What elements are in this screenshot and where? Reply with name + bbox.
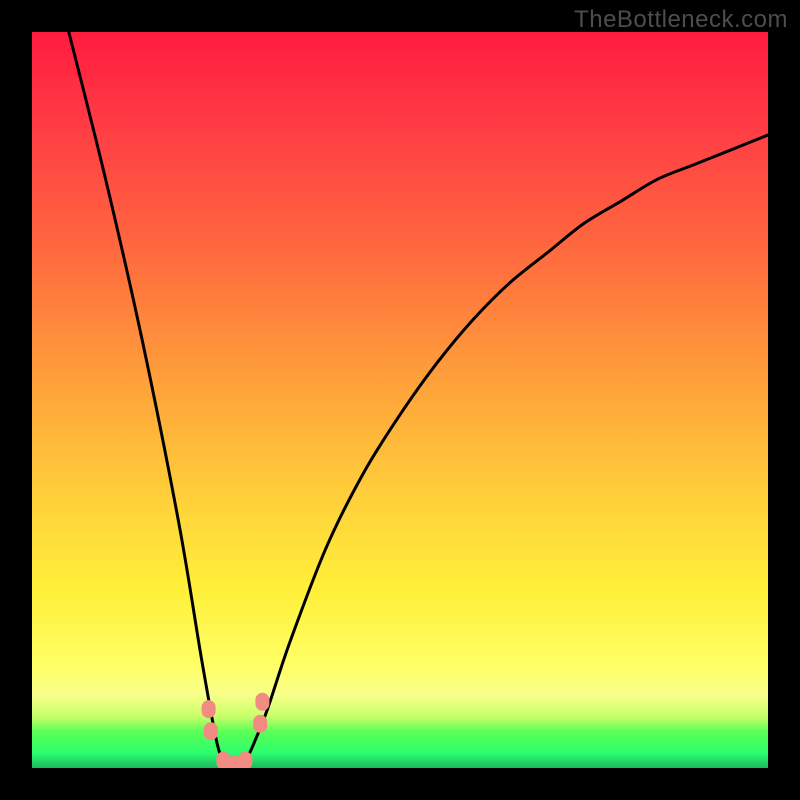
bottleneck-curve-svg <box>32 32 768 768</box>
chart-frame: TheBottleneck.com <box>0 0 800 800</box>
valley-marker <box>255 693 269 711</box>
bottleneck-curve-path <box>69 32 768 768</box>
valley-marker <box>204 722 218 740</box>
valley-marker <box>202 700 216 718</box>
plot-area <box>32 32 768 768</box>
curve-markers <box>202 693 270 768</box>
watermark-text: TheBottleneck.com <box>574 6 788 34</box>
valley-marker <box>253 715 267 733</box>
valley-marker <box>238 752 252 768</box>
